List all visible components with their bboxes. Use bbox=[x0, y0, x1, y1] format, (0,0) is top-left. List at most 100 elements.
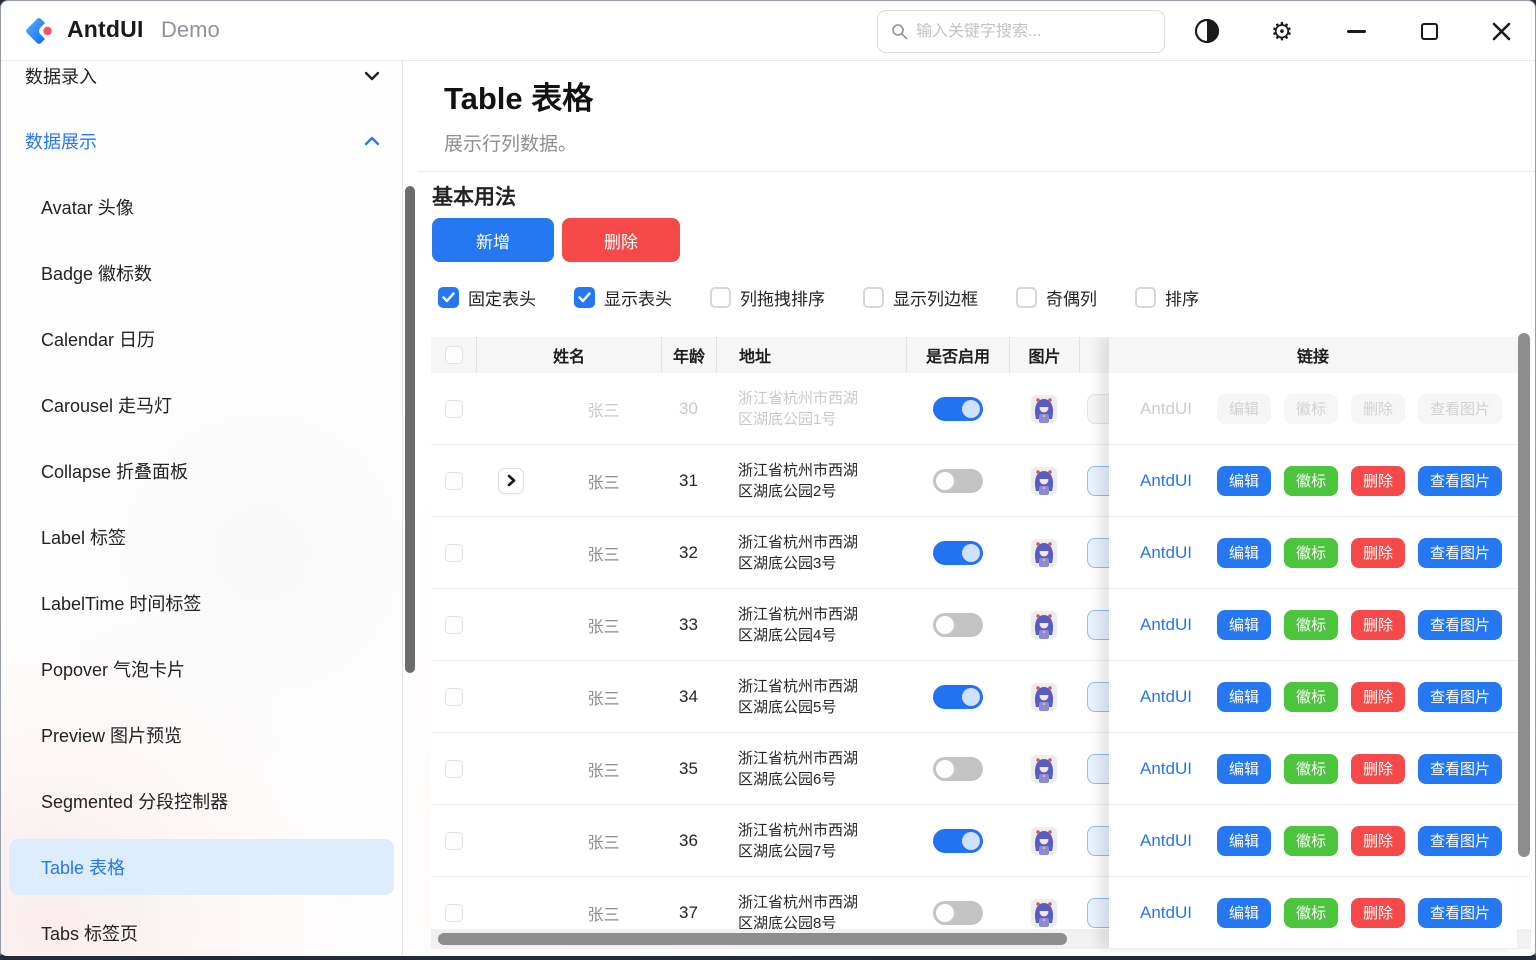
enabled-toggle[interactable] bbox=[933, 613, 983, 637]
option-checkbox[interactable]: 排序 bbox=[1135, 285, 1199, 310]
sidebar-group-data-display[interactable]: 数据展示 bbox=[25, 126, 382, 156]
row-link[interactable]: AntdUI bbox=[1131, 687, 1201, 707]
row-avatar[interactable] bbox=[1031, 755, 1057, 783]
row-action-edit-button[interactable]: 编辑 bbox=[1217, 898, 1271, 928]
sidebar-item[interactable]: Label 标签 bbox=[9, 509, 394, 565]
sidebar-item[interactable]: LabelTime 时间标签 bbox=[9, 575, 394, 631]
row-action-delete-button[interactable]: 删除 bbox=[1351, 682, 1405, 712]
sidebar-scrollbar[interactable] bbox=[405, 186, 415, 673]
row-avatar[interactable] bbox=[1031, 899, 1057, 927]
row-action-view-image-button[interactable]: 查看图片 bbox=[1418, 682, 1502, 712]
row-checkbox[interactable] bbox=[445, 760, 463, 778]
row-checkbox[interactable] bbox=[445, 544, 463, 562]
enabled-toggle[interactable] bbox=[933, 829, 983, 853]
row-action-badge-button[interactable]: 徽标 bbox=[1284, 898, 1338, 928]
expand-row-button[interactable] bbox=[498, 468, 524, 494]
row-action-delete-button[interactable]: 删除 bbox=[1351, 610, 1405, 640]
row-link[interactable]: AntdUI bbox=[1131, 543, 1201, 563]
sidebar-item[interactable]: Avatar 头像 bbox=[9, 179, 394, 235]
row-link[interactable]: AntdUI bbox=[1131, 471, 1201, 491]
enabled-toggle[interactable] bbox=[933, 397, 983, 421]
search-input[interactable] bbox=[916, 23, 1164, 41]
row-action-view-image-button[interactable]: 查看图片 bbox=[1418, 394, 1502, 424]
enabled-toggle[interactable] bbox=[933, 469, 983, 493]
sidebar-item[interactable]: Table 表格 bbox=[9, 839, 394, 895]
global-search[interactable] bbox=[877, 10, 1165, 53]
row-action-view-image-button[interactable]: 查看图片 bbox=[1418, 754, 1502, 784]
add-button[interactable]: 新增 bbox=[432, 218, 554, 262]
row-action-view-image-button[interactable]: 查看图片 bbox=[1418, 898, 1502, 928]
row-action-badge-button[interactable]: 徽标 bbox=[1284, 394, 1338, 424]
row-link[interactable]: AntdUI bbox=[1131, 903, 1201, 923]
sidebar-item[interactable]: Badge 徽标数 bbox=[9, 245, 394, 301]
column-header-age[interactable]: 年龄 bbox=[661, 337, 716, 373]
row-avatar[interactable] bbox=[1031, 395, 1057, 423]
enabled-toggle[interactable] bbox=[933, 757, 983, 781]
horizontal-scrollbar-thumb[interactable] bbox=[438, 933, 1067, 945]
column-header-name[interactable]: 姓名 bbox=[476, 337, 661, 373]
enabled-toggle[interactable] bbox=[933, 541, 983, 565]
row-action-edit-button[interactable]: 编辑 bbox=[1217, 610, 1271, 640]
row-avatar[interactable] bbox=[1031, 539, 1057, 567]
column-header-image[interactable]: 图片 bbox=[1009, 337, 1079, 373]
row-checkbox[interactable] bbox=[445, 904, 463, 922]
row-action-view-image-button[interactable]: 查看图片 bbox=[1418, 466, 1502, 496]
row-action-badge-button[interactable]: 徽标 bbox=[1284, 538, 1338, 568]
delete-button[interactable]: 删除 bbox=[562, 218, 680, 262]
row-avatar[interactable] bbox=[1031, 467, 1057, 495]
column-header-enabled[interactable]: 是否启用 bbox=[906, 337, 1009, 373]
row-action-delete-button[interactable]: 删除 bbox=[1351, 898, 1405, 928]
sidebar-item[interactable]: Calendar 日历 bbox=[9, 311, 394, 367]
row-checkbox[interactable] bbox=[445, 616, 463, 634]
row-link[interactable]: AntdUI bbox=[1131, 759, 1201, 779]
column-header-address[interactable]: 地址 bbox=[716, 337, 906, 373]
row-action-edit-button[interactable]: 编辑 bbox=[1217, 754, 1271, 784]
row-avatar[interactable] bbox=[1031, 611, 1057, 639]
row-checkbox[interactable] bbox=[445, 472, 463, 490]
row-action-view-image-button[interactable]: 查看图片 bbox=[1418, 826, 1502, 856]
option-checkbox[interactable]: 显示列边框 bbox=[863, 285, 978, 310]
minimize-button[interactable] bbox=[1334, 1, 1378, 61]
sidebar-item[interactable]: Preview 图片预览 bbox=[9, 707, 394, 763]
row-action-edit-button[interactable]: 编辑 bbox=[1217, 394, 1271, 424]
row-checkbox[interactable] bbox=[445, 832, 463, 850]
row-action-view-image-button[interactable]: 查看图片 bbox=[1418, 538, 1502, 568]
enabled-toggle[interactable] bbox=[933, 901, 983, 925]
select-all-checkbox[interactable] bbox=[445, 346, 463, 364]
row-action-view-image-button[interactable]: 查看图片 bbox=[1418, 610, 1502, 640]
row-action-edit-button[interactable]: 编辑 bbox=[1217, 682, 1271, 712]
sidebar-item[interactable]: Segmented 分段控制器 bbox=[9, 773, 394, 829]
row-action-edit-button[interactable]: 编辑 bbox=[1217, 466, 1271, 496]
row-action-badge-button[interactable]: 徽标 bbox=[1284, 682, 1338, 712]
sidebar-group-data-entry[interactable]: 数据录入 bbox=[25, 61, 382, 91]
option-checkbox[interactable]: 列拖拽排序 bbox=[710, 285, 825, 310]
row-action-badge-button[interactable]: 徽标 bbox=[1284, 610, 1338, 640]
maximize-button[interactable] bbox=[1407, 1, 1451, 61]
sidebar-item[interactable]: Carousel 走马灯 bbox=[9, 377, 394, 433]
enabled-toggle[interactable] bbox=[933, 685, 983, 709]
row-action-edit-button[interactable]: 编辑 bbox=[1217, 826, 1271, 856]
row-action-badge-button[interactable]: 徽标 bbox=[1284, 754, 1338, 784]
option-checkbox[interactable]: 固定表头 bbox=[438, 285, 536, 310]
sidebar-item[interactable]: Tabs 标签页 bbox=[9, 905, 394, 957]
row-avatar[interactable] bbox=[1031, 827, 1057, 855]
row-link[interactable]: AntdUI bbox=[1131, 615, 1201, 635]
vertical-scrollbar[interactable] bbox=[1518, 333, 1530, 857]
close-button[interactable] bbox=[1479, 1, 1523, 61]
row-action-delete-button[interactable]: 删除 bbox=[1351, 466, 1405, 496]
row-action-delete-button[interactable]: 删除 bbox=[1351, 538, 1405, 568]
option-checkbox[interactable]: 奇偶列 bbox=[1016, 285, 1097, 310]
row-action-delete-button[interactable]: 删除 bbox=[1351, 754, 1405, 784]
row-link[interactable]: AntdUI bbox=[1131, 831, 1201, 851]
row-checkbox[interactable] bbox=[445, 688, 463, 706]
row-action-delete-button[interactable]: 删除 bbox=[1351, 826, 1405, 856]
row-action-badge-button[interactable]: 徽标 bbox=[1284, 826, 1338, 856]
row-checkbox[interactable] bbox=[445, 400, 463, 418]
row-action-badge-button[interactable]: 徽标 bbox=[1284, 466, 1338, 496]
row-action-delete-button[interactable]: 删除 bbox=[1351, 394, 1405, 424]
settings-button[interactable]: ⚙ bbox=[1260, 1, 1304, 61]
row-avatar[interactable] bbox=[1031, 683, 1057, 711]
sidebar-item[interactable]: Popover 气泡卡片 bbox=[9, 641, 394, 697]
sidebar-item[interactable]: Collapse 折叠面板 bbox=[9, 443, 394, 499]
theme-toggle-button[interactable] bbox=[1185, 1, 1229, 61]
